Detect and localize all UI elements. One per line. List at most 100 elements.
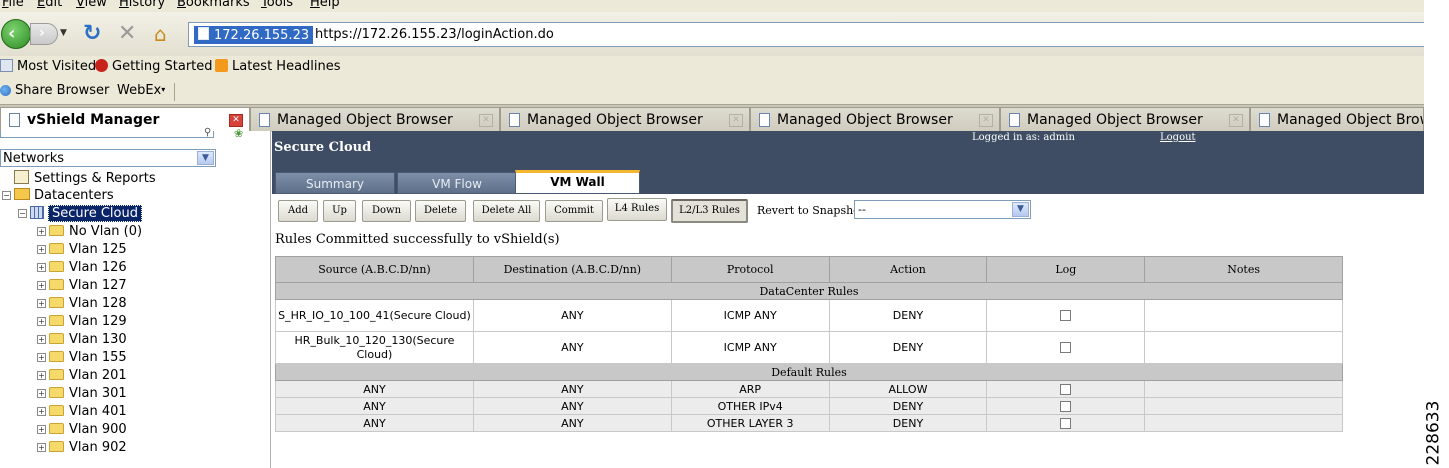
tree-item-secure-cloud[interactable]: − Secure Cloud bbox=[18, 205, 142, 224]
tree-item-vlan[interactable]: + Vlan 155 bbox=[37, 350, 127, 368]
menu-help[interactable]: Help bbox=[310, 0, 340, 10]
expand-icon[interactable]: + bbox=[37, 335, 46, 344]
tree-item-vlan[interactable]: + Vlan 401 bbox=[37, 404, 127, 422]
chevron-down-icon[interactable]: ▼ bbox=[1012, 202, 1029, 217]
bookmark-most-visited[interactable]: Most Visited bbox=[0, 59, 96, 74]
tab-managed-object-browser[interactable]: Managed Object Browser ✕ bbox=[250, 107, 500, 132]
close-tab-icon[interactable]: ✕ bbox=[479, 114, 493, 127]
close-tab-icon[interactable]: ✕ bbox=[979, 114, 993, 127]
home-icon[interactable]: ⌂ bbox=[154, 22, 167, 46]
menu-file[interactable]: File bbox=[2, 0, 24, 10]
tab-managed-object-browser[interactable]: Managed Object Browser ✕ bbox=[750, 107, 1000, 132]
snapshot-select[interactable]: -- ▼ bbox=[854, 200, 1031, 219]
menu-history[interactable]: History bbox=[119, 0, 165, 10]
log-checkbox[interactable] bbox=[1060, 342, 1072, 353]
forward-button[interactable]: › bbox=[30, 23, 58, 45]
tab-managed-object-browser[interactable]: Managed Object Browser ✕ bbox=[1000, 107, 1250, 132]
tree-item-vlan[interactable]: + Vlan 127 bbox=[37, 278, 127, 296]
history-dropdown-icon[interactable]: ▼ bbox=[60, 28, 67, 38]
expand-icon[interactable]: + bbox=[37, 245, 46, 254]
tab-managed-object-browser[interactable]: Managed Object Browse bbox=[1250, 107, 1424, 132]
logout-link[interactable]: Logout bbox=[1160, 132, 1196, 143]
tree-item-vlan[interactable]: + Vlan 130 bbox=[37, 332, 127, 350]
tree-item-vlan[interactable]: + Vlan 902 bbox=[37, 440, 127, 458]
delete-button[interactable]: Delete bbox=[415, 200, 466, 222]
table-row[interactable]: ANY ANY ARP ALLOW bbox=[275, 380, 1343, 398]
log-cell bbox=[986, 380, 1146, 398]
expand-icon[interactable]: + bbox=[37, 299, 46, 308]
tab-vm-wall[interactable]: VM Wall bbox=[515, 170, 640, 194]
folder-icon bbox=[49, 279, 64, 290]
expand-icon[interactable]: + bbox=[37, 407, 46, 416]
expand-icon[interactable]: + bbox=[37, 425, 46, 434]
tree-item-vlan[interactable]: + Vlan 301 bbox=[37, 386, 127, 404]
search-field[interactable] bbox=[0, 131, 214, 138]
bookmark-label: Most Visited bbox=[17, 59, 97, 74]
expand-icon[interactable]: + bbox=[37, 317, 46, 326]
collapse-icon[interactable]: − bbox=[18, 209, 27, 218]
expand-icon[interactable]: + bbox=[37, 371, 46, 380]
tab-managed-object-browser[interactable]: Managed Object Browser ✕ bbox=[500, 107, 750, 132]
table-row[interactable]: ANY ANY OTHER IPv4 DENY bbox=[275, 397, 1343, 415]
log-cell bbox=[986, 397, 1146, 415]
bookmark-latest-headlines[interactable]: Latest Headlines bbox=[215, 59, 341, 74]
l4-rules-button[interactable]: L4 Rules bbox=[607, 198, 667, 221]
log-checkbox[interactable] bbox=[1060, 418, 1072, 429]
delete-all-button[interactable]: Delete All bbox=[473, 200, 540, 222]
menu-tools[interactable]: Tools bbox=[261, 0, 293, 10]
commit-button[interactable]: Commit bbox=[545, 200, 603, 222]
down-button[interactable]: Down bbox=[362, 200, 411, 222]
expand-icon[interactable]: + bbox=[37, 353, 46, 362]
table-row[interactable]: ANY ANY OTHER LAYER 3 DENY bbox=[275, 414, 1343, 432]
expand-icon[interactable]: + bbox=[37, 263, 46, 272]
close-tab-icon[interactable]: ✕ bbox=[729, 114, 743, 127]
up-button[interactable]: Up bbox=[323, 200, 356, 222]
expand-icon[interactable]: + bbox=[37, 227, 46, 236]
tab-summary[interactable]: Summary bbox=[275, 172, 395, 194]
table-row[interactable]: HR_Bulk_10_120_130(Secure Cloud) ANY ICM… bbox=[275, 331, 1343, 364]
select-value: -- bbox=[858, 203, 866, 216]
close-tab-icon[interactable]: ✕ bbox=[1229, 114, 1243, 127]
tab-vshield-manager[interactable]: vShield Manager ✕ bbox=[0, 107, 250, 133]
stop-icon[interactable]: ✕ bbox=[118, 21, 136, 46]
tab-vm-flow[interactable]: VM Flow bbox=[397, 172, 517, 194]
address-bar[interactable]: 172.26.155.23 https://172.26.155.23/logi… bbox=[188, 22, 1424, 47]
tree-item-vlan[interactable]: + Vlan 128 bbox=[37, 296, 127, 314]
log-checkbox[interactable] bbox=[1060, 384, 1072, 395]
bookmarks-toolbar-2: Share Browser WebEx▾ bbox=[0, 80, 1424, 104]
site-identity-button[interactable]: 172.26.155.23 bbox=[194, 26, 314, 44]
expand-icon[interactable]: + bbox=[37, 443, 46, 452]
collapse-icon[interactable]: − bbox=[2, 191, 11, 200]
folder-icon bbox=[49, 261, 64, 272]
tree-item-settings-reports[interactable]: Settings & Reports bbox=[14, 170, 156, 188]
bookmark-webex[interactable]: WebEx▾ bbox=[117, 83, 165, 98]
menu-view[interactable]: View bbox=[76, 0, 107, 10]
menu-bookmarks[interactable]: Bookmarks bbox=[177, 0, 250, 10]
expand-icon[interactable]: + bbox=[37, 281, 46, 290]
tree-item-vlan[interactable]: + No Vlan (0) bbox=[37, 224, 142, 242]
tree-item-vlan[interactable]: + Vlan 125 bbox=[37, 242, 127, 260]
tree-item-datacenters[interactable]: − Datacenters bbox=[2, 188, 114, 206]
tree-item-vlan[interactable]: + Vlan 126 bbox=[37, 260, 127, 278]
table-row[interactable]: S_HR_IO_10_100_41(Secure Cloud) ANY ICMP… bbox=[275, 299, 1343, 332]
tree-item-vlan[interactable]: + Vlan 129 bbox=[37, 314, 127, 332]
inventory-view-select[interactable]: Networks ▼ bbox=[0, 149, 216, 167]
tree-item-vlan[interactable]: + Vlan 900 bbox=[37, 422, 127, 440]
add-button[interactable]: Add bbox=[278, 200, 318, 222]
log-checkbox[interactable] bbox=[1060, 310, 1072, 321]
bookmark-share-browser[interactable]: Share Browser bbox=[0, 83, 109, 98]
tree-item-vlan[interactable]: + Vlan 201 bbox=[37, 368, 127, 386]
back-button[interactable]: ‹ bbox=[1, 19, 31, 49]
log-checkbox[interactable] bbox=[1060, 401, 1072, 412]
folder-icon bbox=[49, 423, 64, 434]
menu-edit[interactable]: Edit bbox=[37, 0, 62, 10]
folder-icon bbox=[49, 441, 64, 452]
bookmark-getting-started[interactable]: Getting Started bbox=[95, 59, 213, 74]
refresh-icon[interactable]: ❀ bbox=[234, 127, 243, 140]
expand-icon[interactable]: + bbox=[37, 389, 46, 398]
reload-icon[interactable]: ↻ bbox=[83, 21, 101, 46]
close-tab-icon[interactable]: ✕ bbox=[229, 114, 243, 127]
chevron-down-icon[interactable]: ▼ bbox=[197, 151, 214, 165]
search-icon[interactable]: ⚲ bbox=[204, 127, 211, 138]
l2-l3-rules-button[interactable]: L2/L3 Rules bbox=[671, 199, 748, 223]
